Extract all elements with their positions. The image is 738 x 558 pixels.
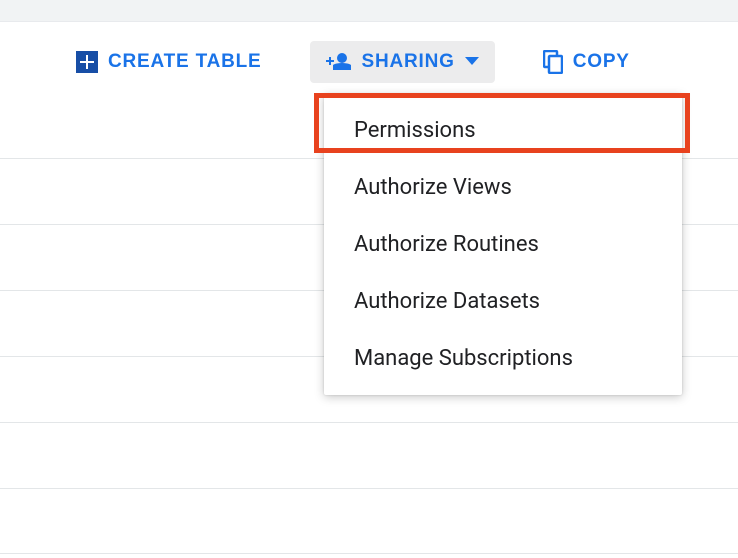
table-row [0, 422, 738, 488]
create-table-button[interactable]: Create Table [60, 41, 278, 83]
copy-label: Copy [573, 51, 630, 73]
person-add-icon [326, 52, 352, 72]
copy-icon [543, 50, 563, 74]
sharing-button[interactable]: Sharing [310, 41, 495, 83]
table-row [0, 488, 738, 554]
copy-button[interactable]: Copy [527, 40, 646, 84]
sharing-dropdown-menu: Permissions Authorize Views Authorize Ro… [324, 94, 682, 395]
menu-item-permissions[interactable]: Permissions [324, 102, 682, 159]
create-table-label: Create Table [108, 51, 262, 73]
menu-item-authorize-views[interactable]: Authorize Views [324, 159, 682, 216]
top-strip [0, 0, 738, 22]
menu-item-authorize-datasets[interactable]: Authorize Datasets [324, 273, 682, 330]
sharing-label: Sharing [362, 51, 455, 73]
toolbar: Create Table Sharing Copy [0, 22, 738, 104]
menu-item-authorize-routines[interactable]: Authorize Routines [324, 216, 682, 273]
plus-box-icon [76, 51, 98, 73]
chevron-down-icon [465, 57, 479, 67]
menu-item-manage-subscriptions[interactable]: Manage Subscriptions [324, 330, 682, 387]
